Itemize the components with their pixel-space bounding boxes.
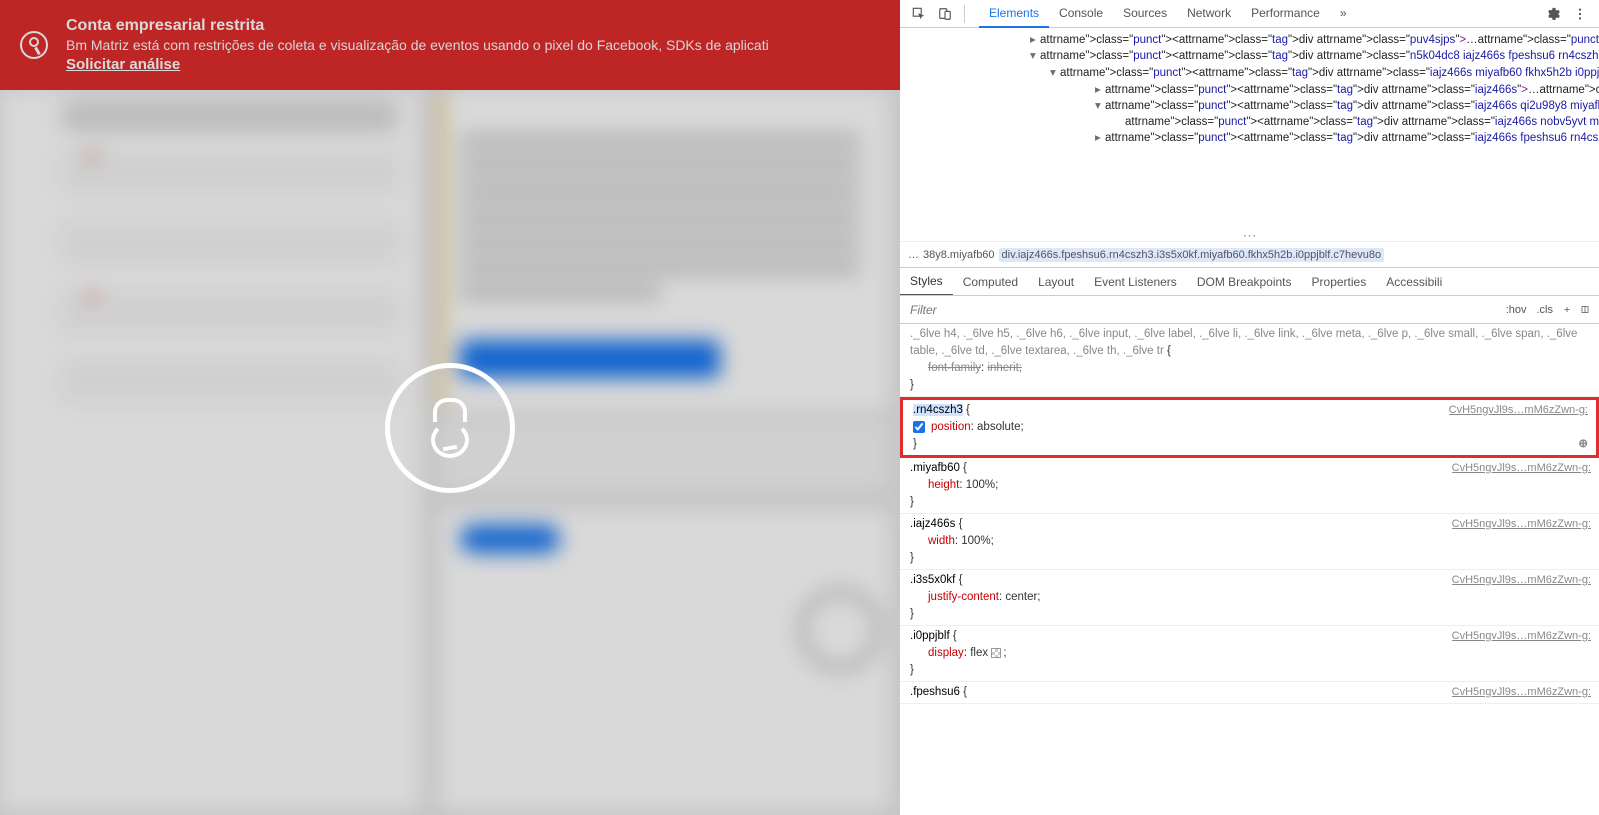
subtab-dombreakpoints[interactable]: DOM Breakpoints	[1187, 269, 1302, 295]
css-rule-close: }	[910, 550, 1591, 567]
new-style-rule-icon[interactable]	[1559, 302, 1575, 318]
tab-console[interactable]: Console	[1049, 0, 1113, 28]
banner-text: Bm Matriz está com restrições de coleta …	[66, 37, 880, 53]
device-toolbar-icon[interactable]	[934, 3, 956, 25]
subtab-properties[interactable]: Properties	[1302, 269, 1377, 295]
stylesheet-source-link[interactable]: CvH5ngvJl9s…mM6zZwn-g:	[1449, 402, 1588, 419]
css-rule-block[interactable]: CvH5ngvJl9s…mM6zZwn-g:.miyafb60 {height:…	[900, 458, 1599, 514]
css-rule-close: }	[910, 606, 1591, 623]
flex-badge-icon[interactable]	[991, 648, 1001, 658]
crumb-current[interactable]: div.iajz466s.fpeshsu6.rn4cszh3.i3s5x0kf.…	[999, 248, 1385, 262]
tab-sources[interactable]: Sources	[1113, 0, 1177, 28]
subtab-accessibility[interactable]: Accessibili	[1376, 269, 1452, 295]
dom-tree-line[interactable]: ▸attrname">class="punct"><attrname">clas…	[900, 82, 1599, 98]
crumb-overflow[interactable]: …	[908, 249, 919, 261]
styles-rules-list[interactable]: ._6lve h4, ._6lve h5, ._6lve h6, ._6lve …	[900, 324, 1599, 815]
css-selector[interactable]: ._6lve h4, ._6lve h5, ._6lve h6, ._6lve …	[910, 326, 1591, 360]
css-property[interactable]: width: 100%;	[910, 533, 1591, 550]
banner-request-review-link[interactable]: Solicitar análise	[66, 56, 880, 73]
styles-filter-input[interactable]	[900, 303, 1502, 317]
css-property[interactable]: display: flex ;	[910, 645, 1591, 662]
css-rule-close: }	[910, 494, 1591, 511]
tab-more[interactable]: »	[1330, 0, 1357, 28]
css-property[interactable]: position: absolute;	[913, 419, 1588, 436]
css-rule-close: }	[913, 436, 1588, 453]
chrome-devtools: Elements Console Sources Network Perform…	[900, 0, 1599, 815]
property-toggle-checkbox[interactable]	[913, 421, 925, 433]
dom-tree-line[interactable]: ▸attrname">class="punct"><attrname">clas…	[900, 130, 1599, 146]
subtab-computed[interactable]: Computed	[953, 269, 1028, 295]
dom-tree-line[interactable]: ▾attrname">class="punct"><attrname">clas…	[900, 98, 1599, 114]
speedometer-icon	[20, 31, 48, 59]
css-rule-block[interactable]: CvH5ngvJl9s…mM6zZwn-g:.i0ppjblf {display…	[900, 626, 1599, 682]
css-rule-block[interactable]: CvH5ngvJl9s…mM6zZwn-g:.iajz466s {width: …	[900, 514, 1599, 570]
css-rule-block[interactable]: ._6lve h4, ._6lve h5, ._6lve h6, ._6lve …	[900, 324, 1599, 397]
add-property-icon[interactable]: ⊕	[1578, 436, 1588, 453]
facebook-page-left: Conta empresarial restrita Bm Matriz est…	[0, 0, 900, 815]
blurred-background	[0, 0, 900, 815]
devtools-toolbar: Elements Console Sources Network Perform…	[900, 0, 1599, 28]
hov-toggle[interactable]: :hov	[1502, 302, 1531, 318]
css-property[interactable]: font-family: inherit;	[910, 360, 1591, 377]
elements-tree[interactable]: ▸attrname">class="punct"><attrname">clas…	[900, 28, 1599, 242]
css-property[interactable]: height: 100%;	[910, 477, 1591, 494]
dom-tree-line[interactable]: ▾attrname">class="punct"><attrname">clas…	[900, 64, 1599, 82]
styles-tabs: Styles Computed Layout Event Listeners D…	[900, 268, 1599, 296]
stylesheet-source-link[interactable]: CvH5ngvJl9s…mM6zZwn-g:	[1452, 572, 1591, 589]
devtools-main-tabs: Elements Console Sources Network Perform…	[979, 0, 1357, 28]
stylesheet-source-link[interactable]: CvH5ngvJl9s…mM6zZwn-g:	[1452, 684, 1591, 701]
cls-toggle[interactable]: .cls	[1533, 302, 1558, 318]
css-rule-block[interactable]: CvH5ngvJl9s…mM6zZwn-g:.i3s5x0kf {justify…	[900, 570, 1599, 626]
toggle-computed-pane-icon[interactable]	[1577, 302, 1593, 318]
stylesheet-source-link[interactable]: CvH5ngvJl9s…mM6zZwn-g:	[1452, 628, 1591, 645]
restriction-banner: Conta empresarial restrita Bm Matriz est…	[0, 0, 900, 90]
css-rule-block[interactable]: CvH5ngvJl9s…mM6zZwn-g:.rn4cszh3 {positio…	[900, 397, 1599, 458]
dom-tree-line[interactable]: ▾attrname">class="punct"><attrname">clas…	[900, 48, 1599, 64]
subtab-eventlisteners[interactable]: Event Listeners	[1084, 269, 1187, 295]
styles-filter-row: :hov .cls	[900, 296, 1599, 324]
inspect-element-icon[interactable]	[908, 3, 930, 25]
tab-elements[interactable]: Elements	[979, 0, 1049, 28]
css-property[interactable]: justify-content: center;	[910, 589, 1591, 606]
css-rule-close: }	[910, 377, 1591, 394]
settings-gear-icon[interactable]	[1543, 3, 1565, 25]
dom-tree-line[interactable]: ▸attrname">class="punct"><attrname">clas…	[900, 32, 1599, 48]
stylesheet-source-link[interactable]: CvH5ngvJl9s…mM6zZwn-g:	[1452, 516, 1591, 533]
stylesheet-source-link[interactable]: CvH5ngvJl9s…mM6zZwn-g:	[1452, 460, 1591, 477]
subtab-layout[interactable]: Layout	[1028, 269, 1084, 295]
elements-breadcrumb[interactable]: … 38y8.miyafb60 div.iajz466s.fpeshsu6.rn…	[900, 242, 1599, 268]
tab-performance[interactable]: Performance	[1241, 0, 1330, 28]
kebab-menu-icon[interactable]	[1569, 3, 1591, 25]
banner-title: Conta empresarial restrita	[66, 17, 880, 35]
tab-network[interactable]: Network	[1177, 0, 1241, 28]
css-rule-block[interactable]: CvH5ngvJl9s…mM6zZwn-g:.fpeshsu6 {	[900, 682, 1599, 704]
panel-resize-handle[interactable]	[900, 234, 1599, 242]
crumb-prev[interactable]: 38y8.miyafb60	[923, 249, 995, 261]
dom-tree-line[interactable]: attrname">class="punct"><attrname">class…	[900, 114, 1599, 130]
subtab-styles[interactable]: Styles	[900, 268, 953, 296]
css-rule-close: }	[910, 662, 1591, 679]
